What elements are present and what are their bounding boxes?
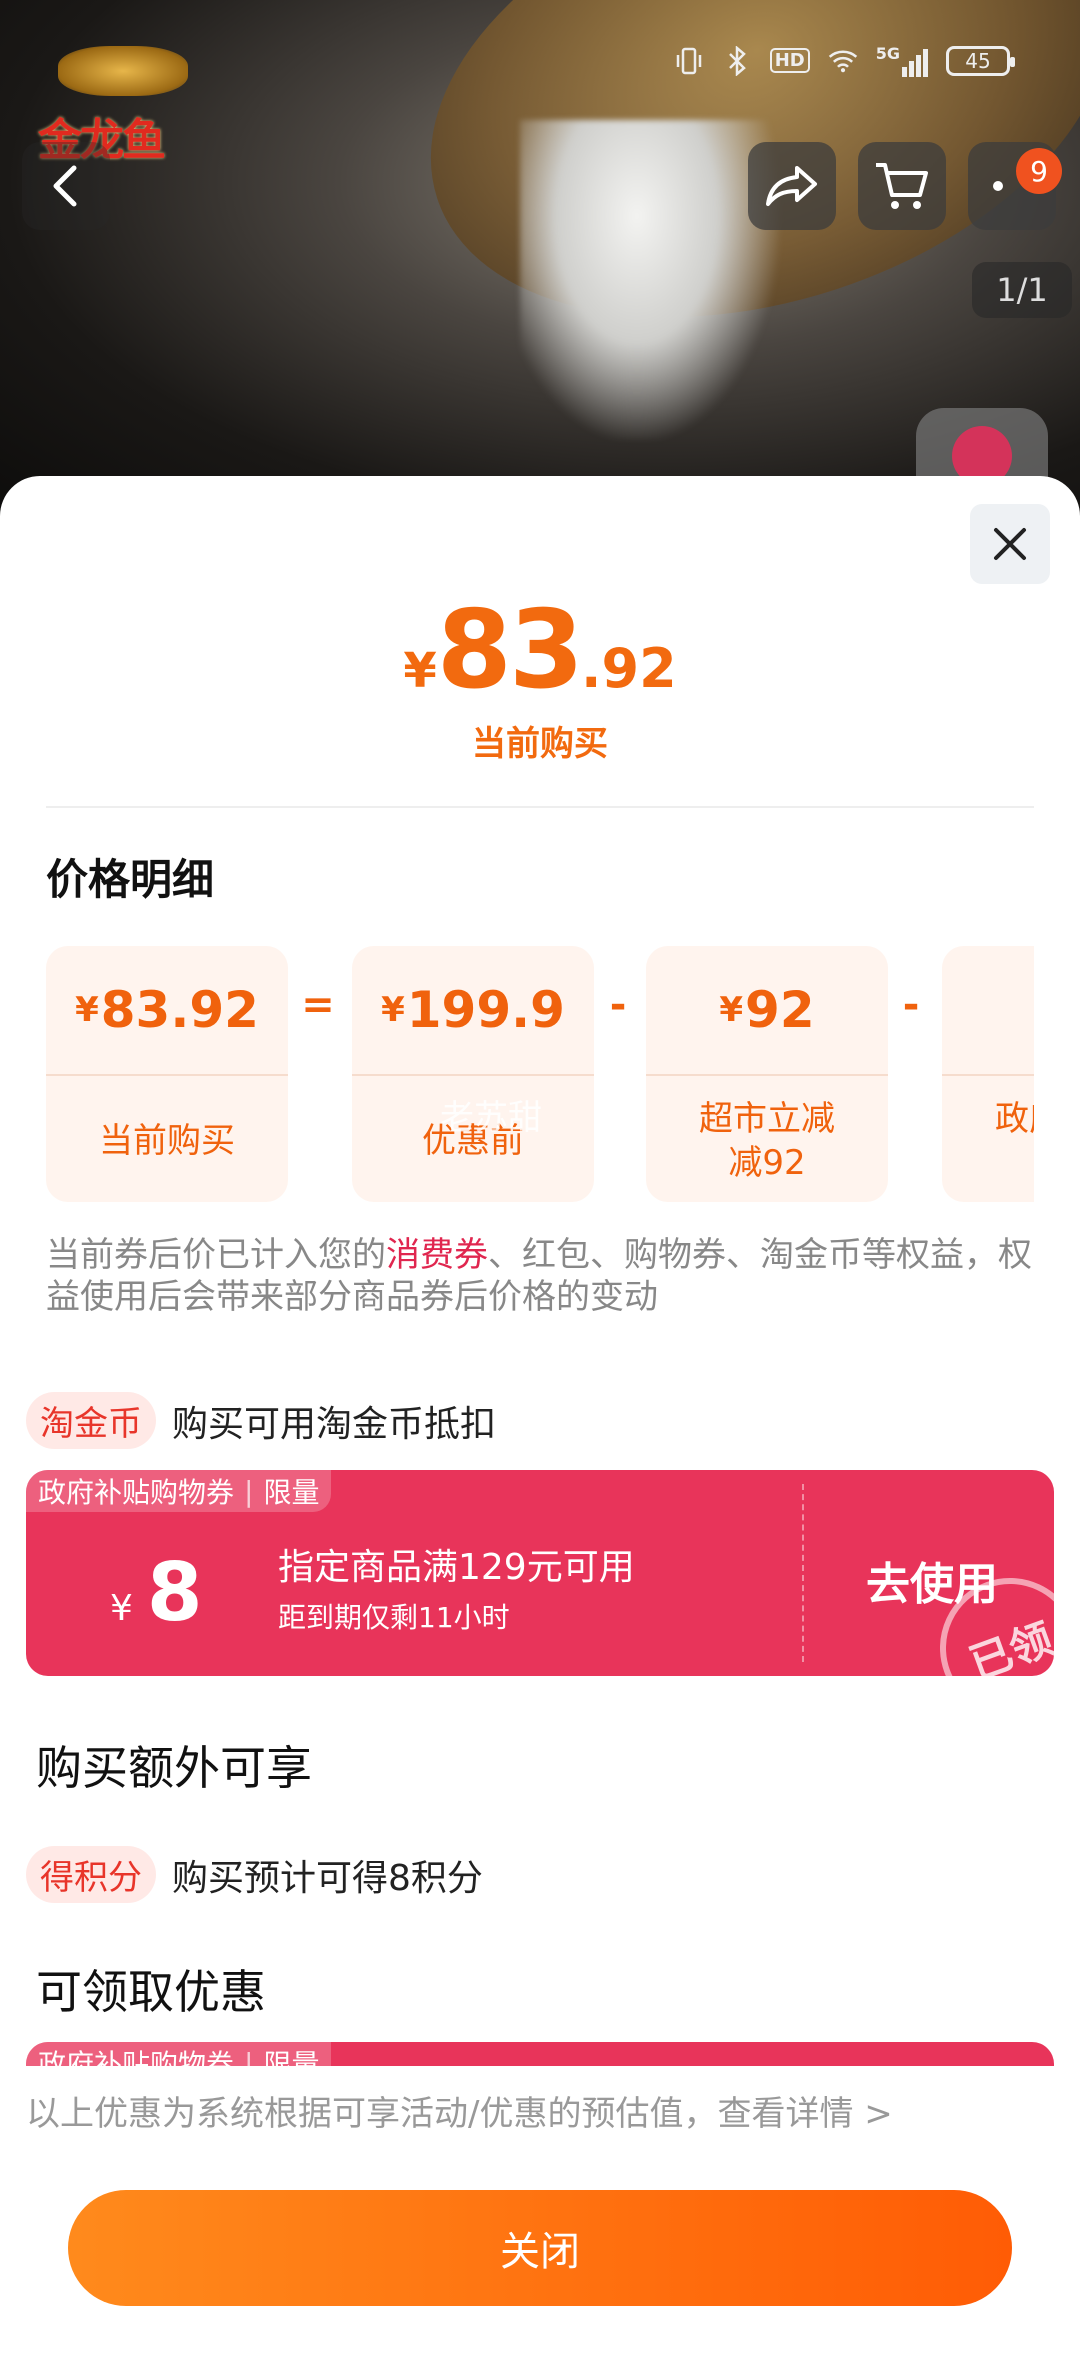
details-title: 价格明细 [46,855,215,904]
more-button[interactable]: 9 [968,142,1062,230]
watermark: 老苏甜 [440,1098,542,1138]
chevron-left-icon [53,165,77,207]
divider [46,806,1034,808]
claimable-title: 可领取优惠 [36,1965,266,2019]
close-button[interactable]: 关闭 [68,2190,1012,2306]
coupon-condition: 指定商品满129元可用 [278,1547,635,1588]
share-icon [766,166,817,206]
disclaimer-link[interactable]: 以上优惠为系统根据可享活动/优惠的预估值，查看详情 > [26,2086,1080,2135]
signal-icon [902,49,928,77]
current-price: ¥83.92 [403,588,677,713]
minus-sign: - [609,982,627,1028]
coupon-expiry: 距到期仅剩11小时 [278,1601,510,1634]
minus-sign: - [902,982,920,1028]
price-note: 当前券后价已计入您的消费券、红包、购物券、淘金币等权益，权益使用后会带来部分商品… [46,1235,1032,1317]
equals-sign: = [301,982,335,1028]
coupon-amount: ¥8 [110,1546,203,1639]
consumption-coupon-link[interactable]: 消费券 [386,1235,488,1275]
coupon-tag: 政府补贴购物券 | 限量 [26,1470,332,1512]
extra-benefits-title: 购买额外可享 [36,1741,312,1795]
status-bar: HD 5G 45 [674,44,1015,77]
brand-logo: 金龙鱼 [38,46,198,166]
taojinbi-tag: 淘金币 [26,1392,156,1449]
cart-badge: 9 [1016,148,1062,194]
coupon-divider [802,1484,804,1662]
cart-icon [876,163,928,209]
price-breakdown: ¥83.92 当前购买 = ¥199.9 优惠前 - ¥92 超市立减减92 -… [46,946,1034,1202]
points-text: 购买预计可得8积分 [172,1857,483,1899]
points-tag: 得积分 [26,1846,156,1903]
wifi-icon [828,46,858,76]
battery-indicator: 45 [946,45,1015,76]
back-button[interactable] [22,142,110,230]
close-sheet-button[interactable] [970,504,1050,584]
hd-label: HD [769,48,810,73]
breakdown-card-original: ¥199.9 优惠前 [352,946,594,1202]
breakdown-card-supermarket: ¥92 超市立减减92 [646,946,888,1202]
share-button[interactable] [748,142,836,230]
taojinbi-text: 购买可用淘金币抵扣 [172,1403,497,1445]
image-counter: 1/1 [972,262,1072,318]
breakdown-card-subsidy: 政府补贴满 [942,946,1034,1202]
close-icon [994,528,1026,560]
price-detail-sheet: ¥83.92 当前购买 价格明细 ¥83.92 当前购买 = ¥199.9 优惠… [0,476,1080,2376]
network-label: 5G [876,44,928,77]
taojinbi-row: 淘金币 购买可用淘金币抵扣 [26,1392,496,1449]
bluetooth-icon [722,45,752,76]
logo-crest-icon [58,46,188,96]
cart-button[interactable] [858,142,946,230]
breakdown-card-current: ¥83.92 当前购买 [46,946,288,1202]
vibrate-icon [674,46,704,76]
rice-pour-image [520,120,780,440]
points-row: 得积分 购买预计可得8积分 [26,1846,483,1903]
subsidy-coupon[interactable]: 政府补贴购物券 | 限量 ¥8 指定商品满129元可用 距到期仅剩11小时 去使用 … [26,1470,1054,1676]
current-price-caption: 当前购买 [472,724,608,764]
